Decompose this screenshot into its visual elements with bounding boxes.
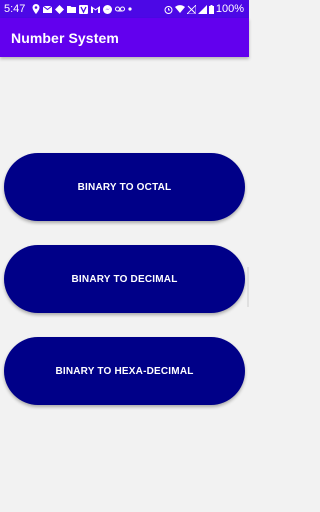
- binary-to-decimal-button[interactable]: BINARY TO DECIMAL: [4, 245, 245, 313]
- binary-to-octal-button[interactable]: BINARY TO OCTAL: [4, 153, 245, 221]
- location-icon: [32, 4, 40, 14]
- notification-icon: [55, 4, 65, 14]
- battery-level: 100%: [215, 3, 244, 15]
- status-bar-right: 100%: [164, 3, 244, 15]
- dot-icon: [128, 7, 133, 11]
- status-time: 5:47: [4, 3, 26, 15]
- battery-icon: [208, 4, 214, 14]
- page-title: Number System: [11, 29, 119, 46]
- wifi-icon: [174, 5, 185, 13]
- status-bar-left: 5:47: [4, 3, 164, 15]
- signal-icon: [197, 4, 207, 14]
- app-bar: Number System: [0, 18, 249, 57]
- status-bar: 5:47 100%: [0, 0, 249, 18]
- folder-icon: [67, 5, 77, 13]
- alarm-icon: [164, 5, 173, 14]
- email-icon: [43, 5, 53, 13]
- gmail-icon: [91, 5, 101, 13]
- voicemail-icon: [115, 6, 126, 12]
- binary-to-hexa-decimal-button[interactable]: BINARY TO HEXA-DECIMAL: [4, 337, 245, 405]
- scroll-edge: [247, 267, 249, 307]
- v-app-icon: [79, 4, 89, 14]
- main-content: BINARY TO OCTAL BINARY TO DECIMAL BINARY…: [0, 57, 249, 512]
- messenger-icon: [103, 4, 113, 14]
- no-signal-icon: [186, 4, 196, 14]
